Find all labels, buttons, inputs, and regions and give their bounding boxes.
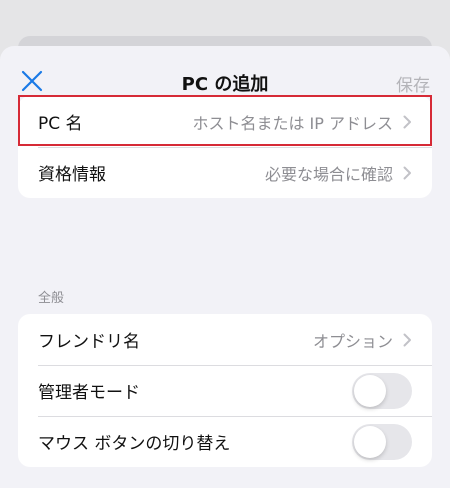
add-pc-sheet: PC の追加 保存 PC 名 ホスト名または IP アドレス 資格情報 必要な場… <box>0 46 450 488</box>
chevron-right-icon <box>403 333 411 346</box>
general-group: フレンドリ名 オプション 管理者モード マウス ボタンの切り替え <box>18 314 432 467</box>
admin-mode-row: 管理者モード <box>18 365 432 416</box>
chevron-right-icon <box>403 115 411 128</box>
friendly-name-row[interactable]: フレンドリ名 オプション <box>18 314 432 365</box>
pc-name-placeholder: ホスト名または IP アドレス <box>192 113 393 133</box>
page-title: PC の追加 <box>181 74 269 95</box>
toggle-knob <box>354 374 386 407</box>
friendly-name-label: フレンドリ名 <box>38 332 140 352</box>
chevron-right-icon <box>403 166 411 179</box>
general-section-header: 全般 <box>38 291 65 306</box>
admin-mode-toggle[interactable] <box>352 372 412 409</box>
swap-mouse-toggle[interactable] <box>352 423 412 460</box>
friendly-name-value: オプション <box>312 331 393 351</box>
pc-name-label: PC 名 <box>38 114 83 134</box>
credentials-label: 資格情報 <box>38 165 106 185</box>
swap-mouse-label: マウス ボタンの切り替え <box>38 434 231 454</box>
pc-name-row[interactable]: PC 名 ホスト名または IP アドレス <box>18 96 432 147</box>
save-button[interactable]: 保存 <box>396 71 430 96</box>
toggle-knob <box>354 425 386 458</box>
swap-mouse-row: マウス ボタンの切り替え <box>18 416 432 467</box>
admin-mode-label: 管理者モード <box>38 383 140 403</box>
connection-group: PC 名 ホスト名または IP アドレス 資格情報 必要な場合に確認 <box>18 96 432 198</box>
credentials-value: 必要な場合に確認 <box>264 164 393 184</box>
credentials-row[interactable]: 資格情報 必要な場合に確認 <box>18 147 432 198</box>
